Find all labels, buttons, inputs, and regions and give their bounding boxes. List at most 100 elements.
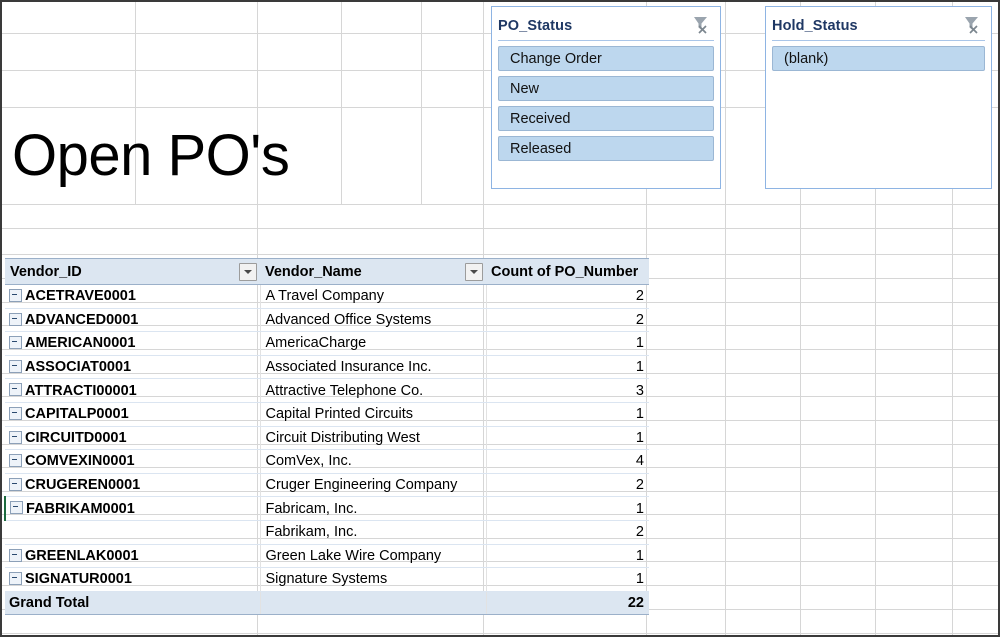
collapse-minus-icon[interactable]	[9, 359, 22, 373]
slicer-item-change-order[interactable]: Change Order	[498, 46, 714, 71]
vendor-id-label: GREENLAK0001	[25, 547, 139, 564]
grand-total-row: Grand Total 22	[5, 590, 649, 616]
table-row[interactable]: SIGNATUR0001 Signature Systems 1	[5, 567, 649, 592]
page-title: Open PO's	[12, 123, 290, 188]
vendor-id-label: CRUGEREN0001	[25, 477, 141, 494]
slicer-hold-status[interactable]: Hold_Status (blank)	[765, 6, 992, 189]
cell-vendor-name[interactable]: Signature Systems	[260, 567, 487, 592]
slicer-item-list: Change Order New Received Released	[492, 41, 720, 167]
collapse-minus-icon[interactable]	[9, 288, 22, 302]
collapse-minus-icon[interactable]	[9, 572, 22, 586]
slicer-item-list: (blank)	[766, 41, 991, 77]
vendor-id-label: ACETRAVE0001	[25, 288, 136, 305]
cell-vendor-id[interactable]: ATTRACTI00001	[5, 378, 261, 403]
slicer-item-received[interactable]: Received	[498, 106, 714, 131]
cell-vendor-name[interactable]: ComVex, Inc.	[260, 449, 487, 474]
cell-vendor-name[interactable]: AmericaCharge	[260, 331, 487, 356]
filter-dropdown-vendor-name[interactable]	[465, 262, 483, 281]
clear-filter-icon[interactable]	[961, 13, 983, 35]
filter-dropdown-vendor-id[interactable]	[239, 262, 257, 281]
slicer-po-status[interactable]: PO_Status Change Order New Received Rele…	[491, 6, 721, 189]
column-header-label: Count of PO_Number	[491, 263, 639, 280]
cell-po-count[interactable]: 1	[486, 355, 649, 380]
column-header-label: Vendor_Name	[265, 263, 362, 280]
pivot-header-row: Vendor_ID Vendor_Name Count of PO_Number	[5, 258, 649, 285]
cell-vendor-name[interactable]: Associated Insurance Inc.	[260, 355, 487, 380]
cell-po-count[interactable]: 1	[486, 426, 649, 451]
cell-vendor-id[interactable]: AMERICAN0001	[5, 331, 261, 356]
cell-po-count[interactable]: 2	[486, 473, 649, 498]
vendor-id-label: ADVANCED0001	[25, 311, 139, 328]
cell-po-count[interactable]: 2	[486, 308, 649, 333]
pivot-body: ACETRAVE0001 A Travel Company 2 ADVANCED000…	[4, 284, 649, 616]
cell-vendor-id[interactable]: CIRCUITD0001	[5, 426, 261, 451]
slicer-title: Hold_Status	[772, 17, 858, 34]
column-header-vendor-id: Vendor_ID	[5, 258, 260, 285]
column-header-vendor-name: Vendor_Name	[260, 258, 486, 285]
cell-po-count[interactable]: 4	[486, 449, 649, 474]
table-row[interactable]: FABRIKAM0001 Fabricam, Inc. 1	[4, 496, 649, 521]
cell-vendor-name[interactable]: Fabrikam, Inc.	[260, 520, 487, 545]
table-row[interactable]: ATTRACTI00001 Attractive Telephone Co. 3	[5, 378, 649, 403]
cell-vendor-name[interactable]: Advanced Office Systems	[260, 308, 487, 333]
table-row[interactable]: Fabrikam, Inc. 2	[5, 520, 649, 545]
pivot-table: Vendor_ID Vendor_Name Count of PO_Number…	[4, 258, 649, 616]
cell-po-count[interactable]: 1	[486, 567, 649, 592]
cell-vendor-name[interactable]: Capital Printed Circuits	[260, 402, 487, 427]
collapse-minus-icon[interactable]	[10, 501, 23, 515]
cell-vendor-id[interactable]: CRUGEREN0001	[5, 473, 261, 498]
cell-vendor-name[interactable]: Cruger Engineering Company	[260, 473, 487, 498]
collapse-minus-icon[interactable]	[9, 406, 22, 420]
table-row[interactable]: GREENLAK0001 Green Lake Wire Company 1	[5, 544, 649, 569]
cell-vendor-id[interactable]: SIGNATUR0001	[5, 567, 261, 592]
table-row[interactable]: ADVANCED0001 Advanced Office Systems 2	[5, 308, 649, 333]
cell-po-count[interactable]: 3	[486, 378, 649, 403]
collapse-minus-icon[interactable]	[9, 548, 22, 562]
cell-vendor-id[interactable]: ACETRAVE0001	[5, 284, 261, 309]
cell-vendor-name[interactable]: Circuit Distributing West	[260, 426, 487, 451]
slicer-item-new[interactable]: New	[498, 76, 714, 101]
table-row[interactable]: AMERICAN0001 AmericaCharge 1	[5, 331, 649, 356]
cell-po-count[interactable]: 2	[486, 520, 649, 545]
column-header-label: Vendor_ID	[10, 263, 82, 280]
collapse-minus-icon[interactable]	[9, 454, 22, 468]
cell-vendor-id[interactable]: COMVEXIN0001	[5, 449, 261, 474]
collapse-minus-icon[interactable]	[9, 477, 22, 491]
slicer-item-released[interactable]: Released	[498, 136, 714, 161]
chevron-down-icon	[244, 269, 252, 274]
column-header-count-of-po-number: Count of PO_Number	[486, 258, 649, 285]
cell-vendor-name[interactable]: Attractive Telephone Co.	[260, 378, 487, 403]
cell-vendor-id[interactable]: ASSOCIAT0001	[5, 355, 261, 380]
slicer-item-blank[interactable]: (blank)	[772, 46, 985, 71]
cell-vendor-id[interactable]: FABRIKAM0001	[4, 496, 261, 521]
vendor-id-label: CIRCUITD0001	[25, 429, 127, 446]
table-row[interactable]: ACETRAVE0001 A Travel Company 2	[5, 284, 649, 309]
cell-vendor-id[interactable]: GREENLAK0001	[5, 544, 261, 569]
table-row[interactable]: CAPITALP0001 Capital Printed Circuits 1	[5, 402, 649, 427]
table-row[interactable]: CIRCUITD0001 Circuit Distributing West 1	[5, 426, 649, 451]
cell-po-count[interactable]: 1	[486, 402, 649, 427]
cell-vendor-name[interactable]: A Travel Company	[260, 284, 487, 309]
collapse-minus-icon[interactable]	[9, 336, 22, 350]
clear-filter-icon[interactable]	[690, 13, 712, 35]
cell-vendor-id[interactable]: CAPITALP0001	[5, 402, 261, 427]
cell-vendor-id[interactable]: ADVANCED0001	[5, 308, 261, 333]
cell-vendor-name[interactable]: Fabricam, Inc.	[260, 496, 487, 521]
collapse-minus-icon[interactable]	[9, 430, 22, 444]
cell-po-count[interactable]: 1	[486, 331, 649, 356]
collapse-minus-icon[interactable]	[9, 312, 22, 326]
slicer-title: PO_Status	[498, 17, 573, 34]
cell-vendor-id[interactable]	[5, 520, 261, 545]
slicer-header: PO_Status	[498, 11, 714, 41]
cell-vendor-name[interactable]: Green Lake Wire Company	[260, 544, 487, 569]
grand-total-spacer	[260, 590, 487, 616]
table-row[interactable]: ASSOCIAT0001 Associated Insurance Inc. 1	[5, 355, 649, 380]
collapse-minus-icon[interactable]	[9, 383, 22, 397]
cell-po-count[interactable]: 1	[486, 544, 649, 569]
vendor-id-label: CAPITALP0001	[25, 406, 129, 423]
cell-po-count[interactable]: 2	[486, 284, 649, 309]
table-row[interactable]: COMVEXIN0001 ComVex, Inc. 4	[5, 449, 649, 474]
vendor-id-label: ASSOCIAT0001	[25, 359, 132, 376]
table-row[interactable]: CRUGEREN0001 Cruger Engineering Company 2	[5, 473, 649, 498]
cell-po-count[interactable]: 1	[486, 496, 649, 521]
